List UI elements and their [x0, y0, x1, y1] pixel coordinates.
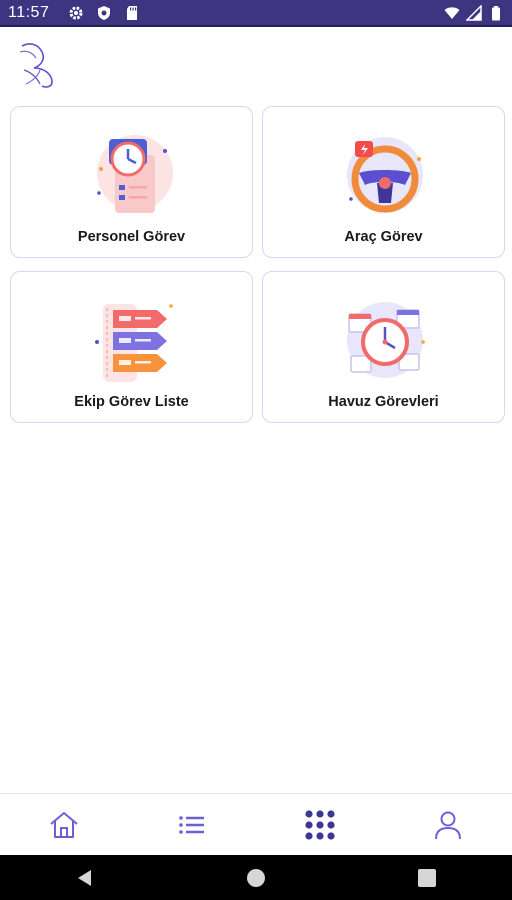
- bottom-navigation: [0, 793, 512, 856]
- nav-list[interactable]: [128, 794, 256, 856]
- card-title: Araç Görev: [344, 229, 423, 245]
- nav-profile[interactable]: [384, 794, 512, 856]
- battery-icon: [492, 6, 500, 21]
- arac-gorev-card[interactable]: Araç Görev: [262, 106, 505, 258]
- arrow-list-illustration: [94, 304, 173, 382]
- card-title: Ekip Görev Liste: [74, 394, 189, 410]
- havuz-gorevleri-card[interactable]: Havuz Görevleri: [262, 271, 505, 423]
- back-button[interactable]: [74, 867, 96, 889]
- back-icon: [78, 869, 92, 886]
- task-list-clock-illustration: [96, 135, 173, 213]
- wifi-icon: [444, 7, 460, 19]
- ekip-gorev-liste-card[interactable]: Ekip Görev Liste: [10, 271, 253, 423]
- shield-icon: [98, 6, 110, 20]
- status-time: 11:57: [8, 4, 50, 21]
- sd-card-icon: [127, 6, 137, 20]
- home-icon: [50, 812, 78, 838]
- recents-icon: [417, 868, 436, 887]
- personel-gorev-card[interactable]: Personel Görev: [10, 106, 253, 258]
- status-icons-left: [68, 5, 140, 21]
- nav-home[interactable]: [0, 794, 128, 856]
- status-bar: 11:57: [0, 0, 512, 27]
- steering-wheel-illustration: [346, 137, 423, 213]
- clock-calendar-illustration: [346, 302, 425, 378]
- recents-button[interactable]: [416, 867, 438, 889]
- nav-grid[interactable]: [256, 794, 384, 856]
- user-icon: [435, 811, 461, 840]
- task-menu-grid: Personel Görev Araç Görev Ekip Görev Lis…: [10, 106, 505, 423]
- system-navigation-bar: [0, 855, 512, 900]
- grid-icon: [305, 810, 335, 840]
- card-title: Havuz Görevleri: [328, 394, 439, 410]
- bird-logo-icon: [19, 43, 53, 88]
- gear-icon: [69, 6, 83, 20]
- list-icon: [179, 816, 204, 834]
- status-icons-right: [444, 5, 504, 21]
- home-button[interactable]: [245, 867, 267, 889]
- home-circle-icon: [246, 868, 265, 887]
- cell-signal-icon: [466, 5, 482, 21]
- card-title: Personel Görev: [77, 229, 186, 245]
